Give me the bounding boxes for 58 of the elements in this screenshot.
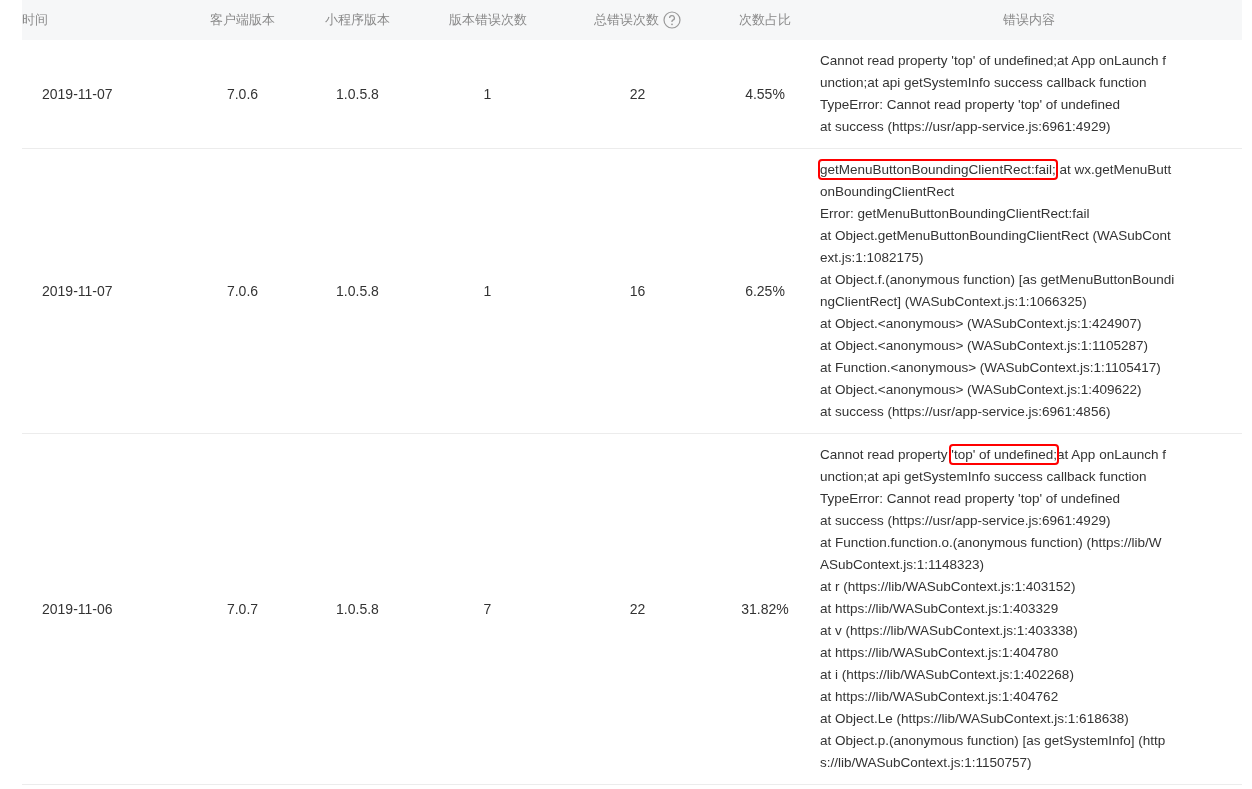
total-errors-cell: 22: [629, 86, 646, 102]
error-line: at Object.<anonymous> (WASubContext.js:1:1105287): [820, 337, 1148, 355]
error-line: onBoundingClientRect: [820, 183, 955, 201]
share-cell: 31.82%: [741, 601, 789, 617]
error-line: at Object.f.(anonymous function) [as getMenuButtonBoundi: [820, 271, 1175, 289]
column-header: 客户端版本: [210, 11, 275, 29]
client-version-cell: 7.0.7: [226, 601, 259, 617]
error-line: getMenuButtonBoundingClientRect:fail; at wx.getMenuButt: [820, 159, 1172, 181]
date-cell: 2019-11-07: [42, 86, 113, 102]
help-icon[interactable]: [663, 11, 681, 29]
highlight-box: getMenuButtonBoundingClientRect:fail;: [820, 161, 1056, 178]
error-line: s://lib/WASubContext.js:1:1150757): [820, 754, 1032, 772]
version-errors-cell: 1: [483, 86, 492, 102]
error-line: TypeError: Cannot read property 'top' of undefined: [820, 490, 1121, 508]
error-line: Error: getMenuButtonBoundingClientRect:fail: [820, 205, 1090, 223]
app-version-cell: 1.0.5.8: [336, 601, 379, 617]
total-errors-cell: 22: [629, 601, 646, 617]
error-line: at Function.function.o.(anonymous function) (https://lib/W: [820, 534, 1162, 552]
error-line: ngClientRect] (WASubContext.js:1:1066325): [820, 293, 1087, 311]
error-line: TypeError: Cannot read property 'top' of undefined: [820, 96, 1121, 114]
column-header: 错误内容: [1002, 11, 1055, 29]
error-line: unction;at api getSystemInfo success callback function: [820, 74, 1147, 92]
column-header: 版本错误次数: [448, 11, 527, 29]
error-line: Cannot read property 'top' of undefined;at App onLaunch f: [820, 52, 1166, 70]
error-line: at https://lib/WASubContext.js:1:404762: [820, 688, 1059, 706]
error-line: at success (https://usr/app-service.js:6961:4929): [820, 118, 1111, 136]
app-version-cell: 1.0.5.8: [336, 86, 379, 102]
error-line: at https://lib/WASubContext.js:1:404780: [820, 644, 1059, 662]
total-errors-cell: 16: [629, 283, 646, 299]
error-line: at https://lib/WASubContext.js:1:403329: [820, 600, 1059, 618]
error-line: at Function.<anonymous> (WASubContext.js:1:1105417): [820, 359, 1161, 377]
error-line: ext.js:1:1082175): [820, 249, 924, 267]
error-line: at Object.<anonymous> (WASubContext.js:1:409622): [820, 381, 1142, 399]
client-version-cell: 7.0.6: [226, 86, 259, 102]
column-header: 小程序版本: [325, 11, 390, 29]
column-header: 总错误次数: [594, 11, 659, 29]
version-errors-cell: 1: [483, 283, 492, 299]
error-line: at success (https://usr/app-service.js:6961:4856): [820, 403, 1111, 421]
app-version-cell: 1.0.5.8: [336, 283, 379, 299]
column-header: 次数占比: [739, 11, 791, 29]
error-line: at Object.<anonymous> (WASubContext.js:1:424907): [820, 315, 1142, 333]
error-line: at Object.Le (https://lib/WASubContext.js:1:618638): [820, 710, 1129, 728]
error-line: unction;at api getSystemInfo success callback function: [820, 468, 1147, 486]
date-cell: 2019-11-07: [42, 283, 113, 299]
error-line: ASubContext.js:1:1148323): [820, 556, 985, 574]
version-errors-cell: 7: [483, 601, 492, 617]
error-line: at r (https://lib/WASubContext.js:1:403152): [820, 578, 1076, 596]
error-line: at v (https://lib/WASubContext.js:1:403338): [820, 622, 1078, 640]
error-line: at Object.p.(anonymous function) [as getSystemInfo] (http: [820, 732, 1166, 750]
error-line: at success (https://usr/app-service.js:6961:4929): [820, 512, 1111, 530]
date-cell: 2019-11-06: [42, 601, 113, 617]
column-header: 时间: [22, 11, 48, 29]
share-cell: 6.25%: [745, 283, 785, 299]
error-line: at i (https://lib/WASubContext.js:1:402268): [820, 666, 1074, 684]
error-line: at Object.getMenuButtonBoundingClientRect (WASubCont: [820, 227, 1171, 245]
client-version-cell: 7.0.6: [226, 283, 259, 299]
highlight-box: 'top' of undefined;: [951, 446, 1058, 463]
share-cell: 4.55%: [745, 86, 785, 102]
